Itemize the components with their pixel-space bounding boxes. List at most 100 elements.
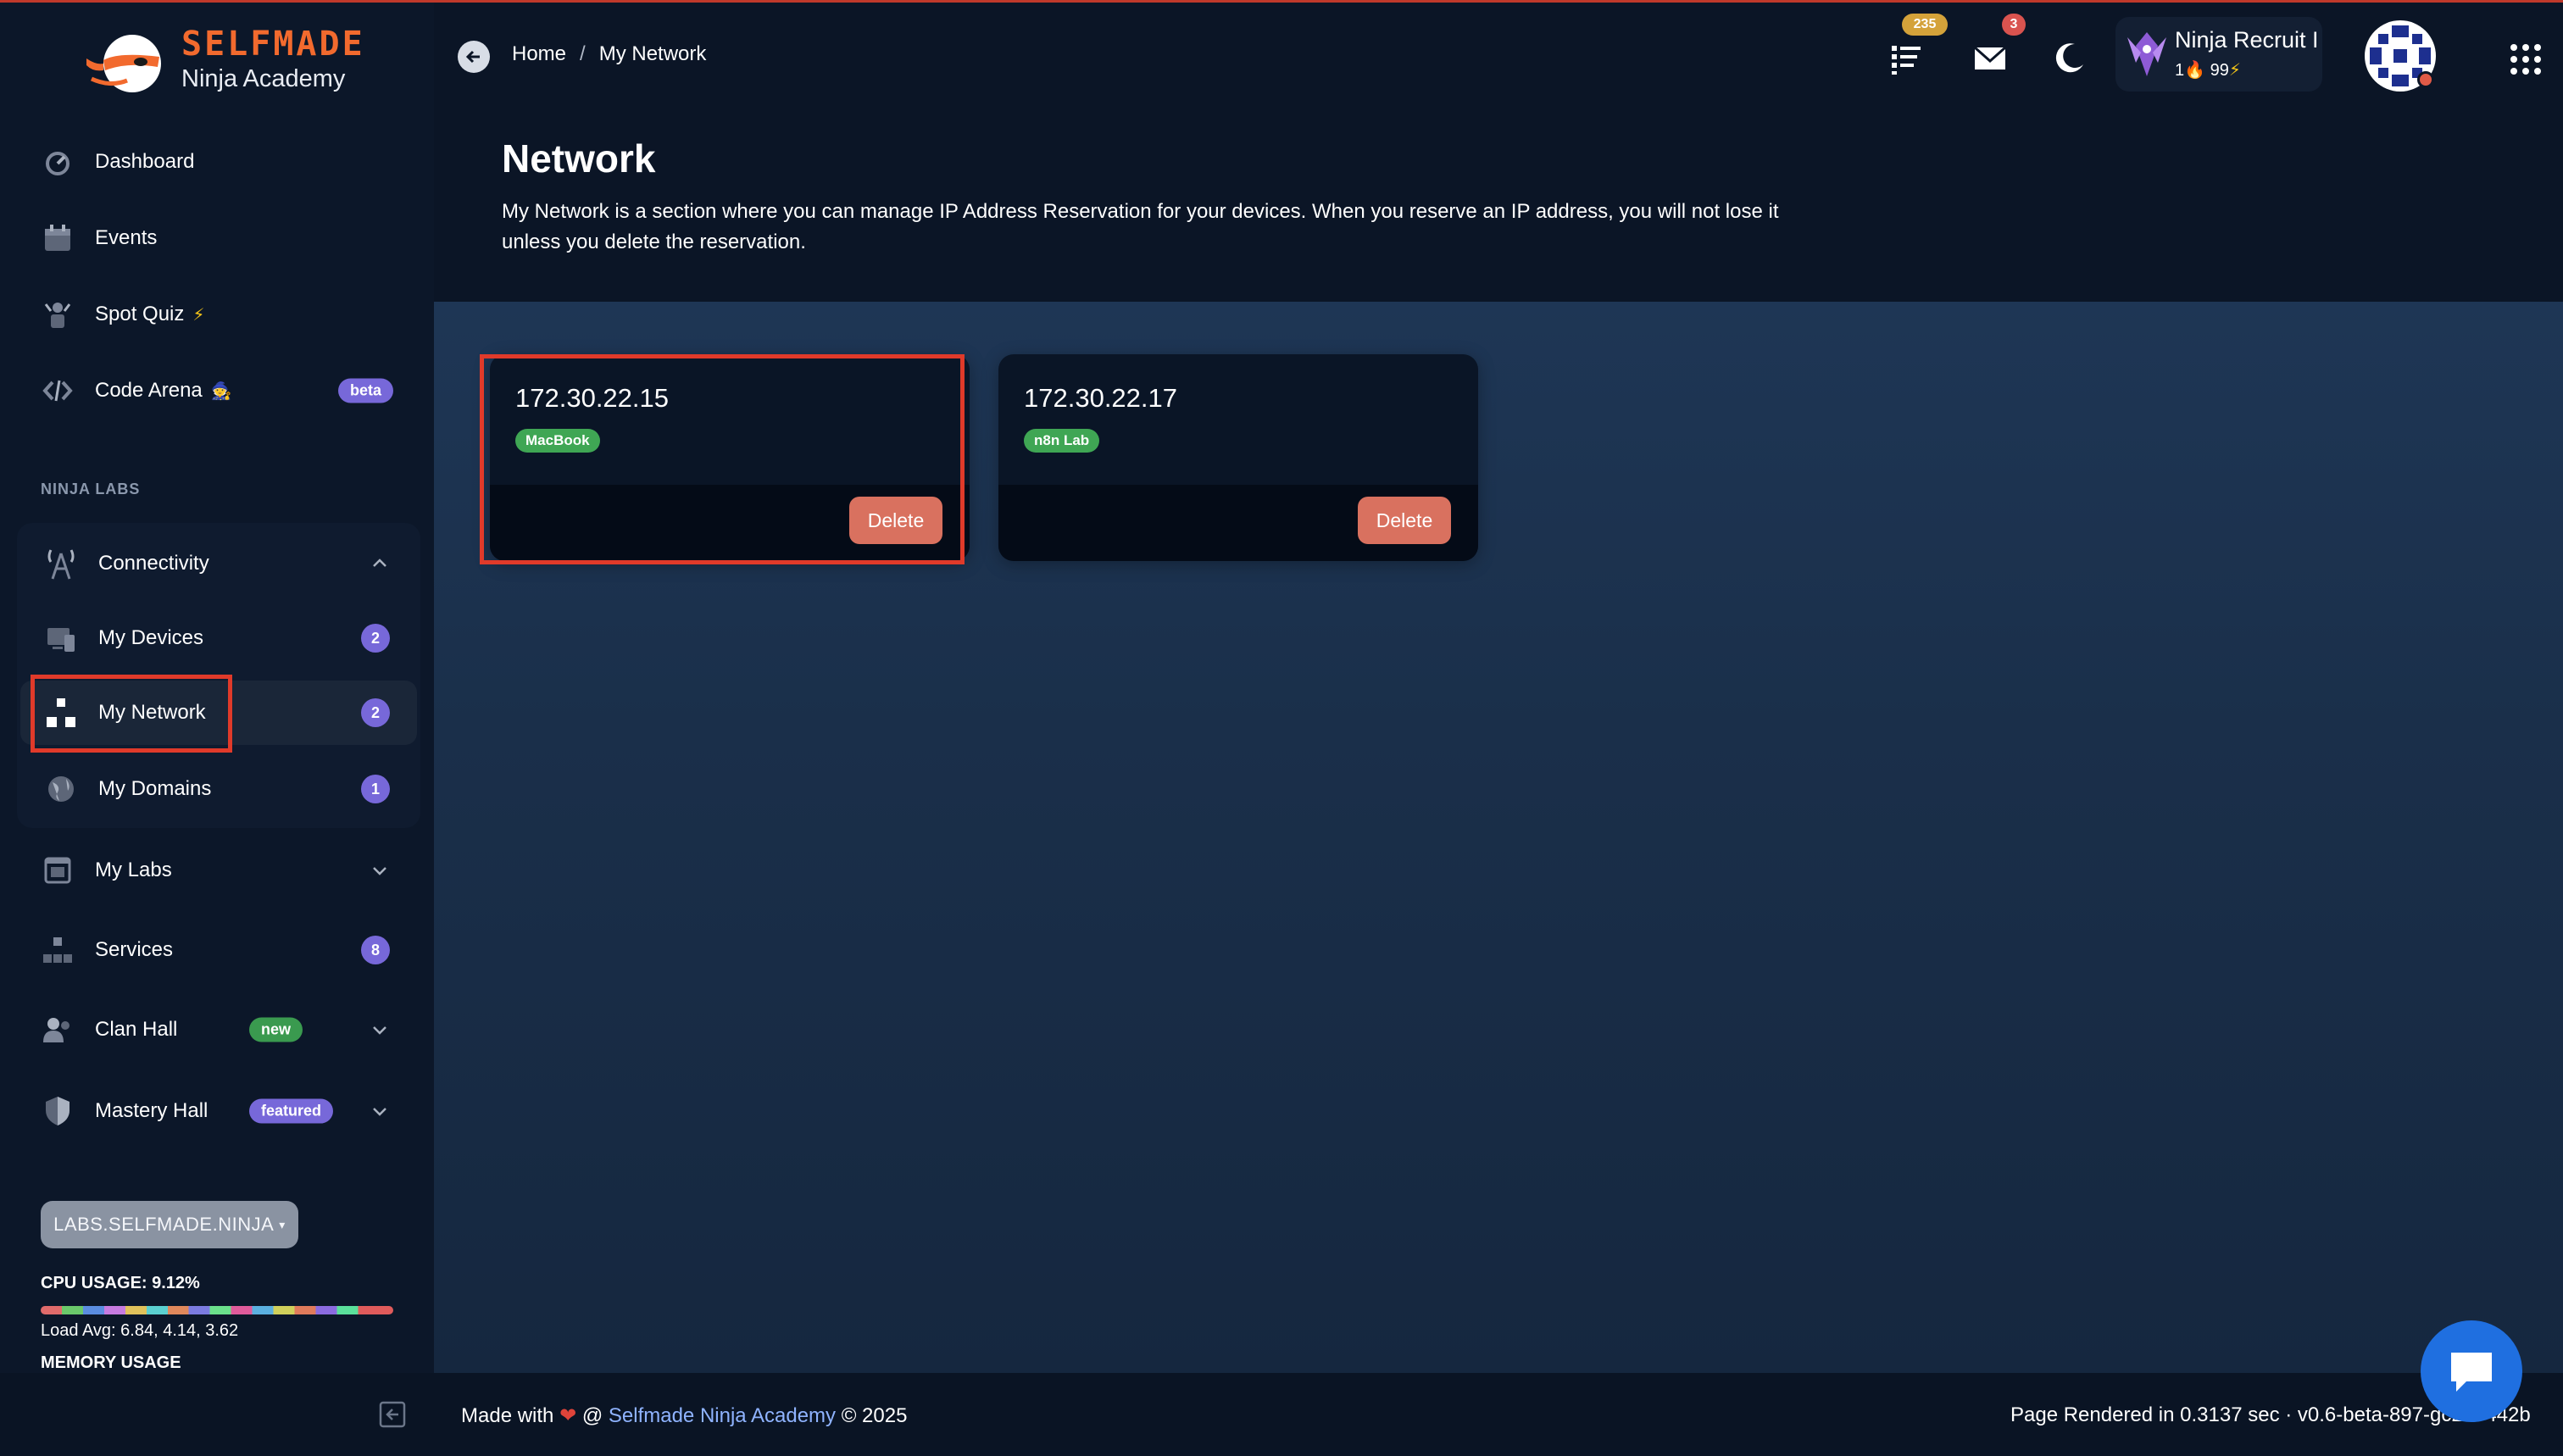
load-average: Load Avg: 6.84, 4.14, 3.62 bbox=[41, 1321, 239, 1340]
lab-domain-label: LABS.SELFMADE.NINJA bbox=[53, 1214, 275, 1235]
ninja-logo-icon bbox=[86, 35, 161, 92]
cpu-usage-label: CPU USAGE: 9.12% bbox=[41, 1274, 200, 1292]
brand-logo[interactable]: SELFMADE Ninja Academy bbox=[85, 21, 373, 97]
moon-icon[interactable] bbox=[2049, 37, 2090, 78]
wizard-icon: 🧙 bbox=[210, 381, 232, 401]
messages-count-badge: 3 bbox=[2002, 14, 2026, 36]
chat-button[interactable] bbox=[2421, 1320, 2522, 1422]
code-icon bbox=[41, 374, 75, 408]
sidebar-item-code-arena[interactable]: Code Arena 🧙 beta bbox=[17, 358, 417, 423]
sidebar-item-label: My Devices bbox=[98, 626, 204, 649]
footer-link[interactable]: Selfmade Ninja Academy bbox=[609, 1404, 836, 1427]
count-badge: 2 bbox=[361, 624, 390, 653]
count-badge: 1 bbox=[361, 775, 390, 803]
sidebar-item-connectivity[interactable]: Connectivity bbox=[20, 531, 417, 596]
sidebar-item-label: Connectivity bbox=[98, 552, 209, 575]
footer-made-with: Made with bbox=[461, 1404, 554, 1427]
labs-icon bbox=[41, 853, 75, 887]
memory-usage-label: MEMORY USAGE bbox=[41, 1353, 181, 1372]
fire-icon: 🔥 bbox=[2184, 61, 2206, 80]
antenna-icon bbox=[44, 547, 78, 581]
sidebar-item-mastery-hall[interactable]: Mastery Hall featured bbox=[17, 1079, 417, 1143]
count-badge: 8 bbox=[361, 936, 390, 964]
brand-subtitle: Ninja Academy bbox=[181, 65, 346, 92]
sidebar-item-label: Clan Hall bbox=[95, 1018, 178, 1041]
cpu-usage-bar bbox=[41, 1306, 393, 1314]
chat-bubble-icon bbox=[2451, 1353, 2492, 1392]
mail-icon[interactable] bbox=[1970, 37, 2010, 78]
sidebar-item-label: Code Arena bbox=[95, 379, 203, 402]
footer-at: @ bbox=[581, 1404, 603, 1427]
sidebar-item-my-devices[interactable]: My Devices 2 bbox=[20, 606, 417, 670]
status-dot bbox=[2417, 71, 2434, 88]
heart-icon: ❤ bbox=[559, 1404, 577, 1427]
sidebar-item-my-domains[interactable]: My Domains 1 bbox=[20, 757, 417, 821]
apps-grid-icon[interactable] bbox=[2509, 42, 2543, 76]
leaderboard-count-badge: 235 bbox=[1902, 14, 1948, 36]
sidebar-item-label: Services bbox=[95, 938, 174, 961]
leaderboard-icon[interactable] bbox=[1887, 37, 1927, 78]
sidebar-item-label: Dashboard bbox=[95, 150, 195, 173]
chevron-up-icon bbox=[373, 559, 386, 567]
footer-year: © 2025 bbox=[841, 1404, 908, 1427]
breadcrumb-current: My Network bbox=[598, 42, 707, 65]
reservation-card: 172.30.22.17 n8n Lab Delete bbox=[998, 354, 1478, 561]
sidebar-item-services[interactable]: Services 8 bbox=[17, 918, 417, 982]
device-tag: n8n Lab bbox=[1024, 429, 1100, 453]
section-label-ninja-labs: NINJA LABS bbox=[41, 481, 141, 497]
sidebar-item-my-labs[interactable]: My Labs bbox=[17, 838, 417, 903]
arrow-left-icon bbox=[465, 50, 480, 64]
caret-down-icon: ▾ bbox=[279, 1217, 286, 1231]
chevron-down-icon bbox=[373, 1026, 386, 1035]
device-tag: MacBook bbox=[515, 429, 600, 453]
shield-icon bbox=[41, 1094, 75, 1128]
featured-badge: featured bbox=[249, 1098, 334, 1124]
new-badge: new bbox=[249, 1017, 303, 1042]
page-title: Network bbox=[502, 136, 656, 181]
calendar-icon bbox=[41, 221, 75, 255]
dashboard-icon bbox=[41, 145, 75, 179]
globe-icon bbox=[44, 772, 78, 806]
brand-title: SELFMADE bbox=[181, 25, 365, 64]
reservation-card: 172.30.22.15 MacBook Delete bbox=[490, 354, 970, 561]
lab-domain-dropdown[interactable]: LABS.SELFMADE.NINJA ▾ bbox=[41, 1201, 298, 1248]
delete-button[interactable]: Delete bbox=[849, 497, 942, 544]
sidebar-item-label: My Labs bbox=[95, 859, 172, 881]
profile-name: Ninja Recruit I bbox=[2175, 27, 2319, 53]
count-badge: 2 bbox=[361, 698, 390, 727]
services-icon bbox=[41, 933, 75, 967]
users-icon bbox=[41, 1013, 75, 1047]
quiz-icon bbox=[41, 297, 75, 331]
footer-credit: Made with ❤ @ Selfmade Ninja Academy © 2… bbox=[461, 1403, 907, 1428]
sidebar-item-clan-hall[interactable]: Clan Hall new bbox=[17, 998, 417, 1062]
reservation-ip: 172.30.22.17 bbox=[1024, 383, 1178, 413]
back-button[interactable] bbox=[458, 41, 490, 73]
reservation-ip: 172.30.22.15 bbox=[515, 383, 670, 413]
sidebar-item-dashboard[interactable]: Dashboard bbox=[17, 130, 417, 194]
chevron-down-icon bbox=[373, 1108, 386, 1116]
lightning-icon: ⚡ bbox=[2228, 61, 2241, 80]
devices-icon bbox=[44, 621, 78, 655]
profile-stats: 1🔥 99⚡ bbox=[2175, 59, 2241, 81]
collapse-sidebar-icon[interactable] bbox=[378, 1400, 407, 1429]
breadcrumb-home[interactable]: Home bbox=[512, 42, 566, 66]
sidebar-item-label: Spot Quiz bbox=[95, 303, 185, 325]
rank-emblem-icon bbox=[2127, 32, 2166, 76]
sidebar-item-events[interactable]: Events bbox=[17, 206, 417, 270]
sidebar: SELFMADE Ninja Academy Dashboard Events … bbox=[0, 3, 434, 1373]
profile-card[interactable]: Ninja Recruit I 1🔥 99⚡ bbox=[2115, 17, 2322, 92]
sidebar-item-label: Events bbox=[95, 226, 158, 249]
sidebar-item-label: My Network bbox=[98, 701, 206, 724]
network-icon bbox=[44, 696, 78, 730]
streak-count: 1 bbox=[2175, 61, 2185, 80]
points-count: 99 bbox=[2210, 61, 2229, 80]
breadcrumb-separator: / bbox=[580, 42, 586, 65]
beta-badge: beta bbox=[337, 378, 393, 403]
page-description: My Network is a section where you can ma… bbox=[502, 200, 1779, 253]
lightning-icon: ⚡ bbox=[192, 305, 205, 325]
sidebar-item-label: My Domains bbox=[98, 777, 212, 800]
chevron-down-icon bbox=[373, 867, 386, 875]
delete-button[interactable]: Delete bbox=[1358, 497, 1451, 544]
sidebar-item-spot-quiz[interactable]: Spot Quiz ⚡ bbox=[17, 282, 417, 347]
sidebar-item-my-network[interactable]: My Network 2 bbox=[20, 681, 417, 745]
